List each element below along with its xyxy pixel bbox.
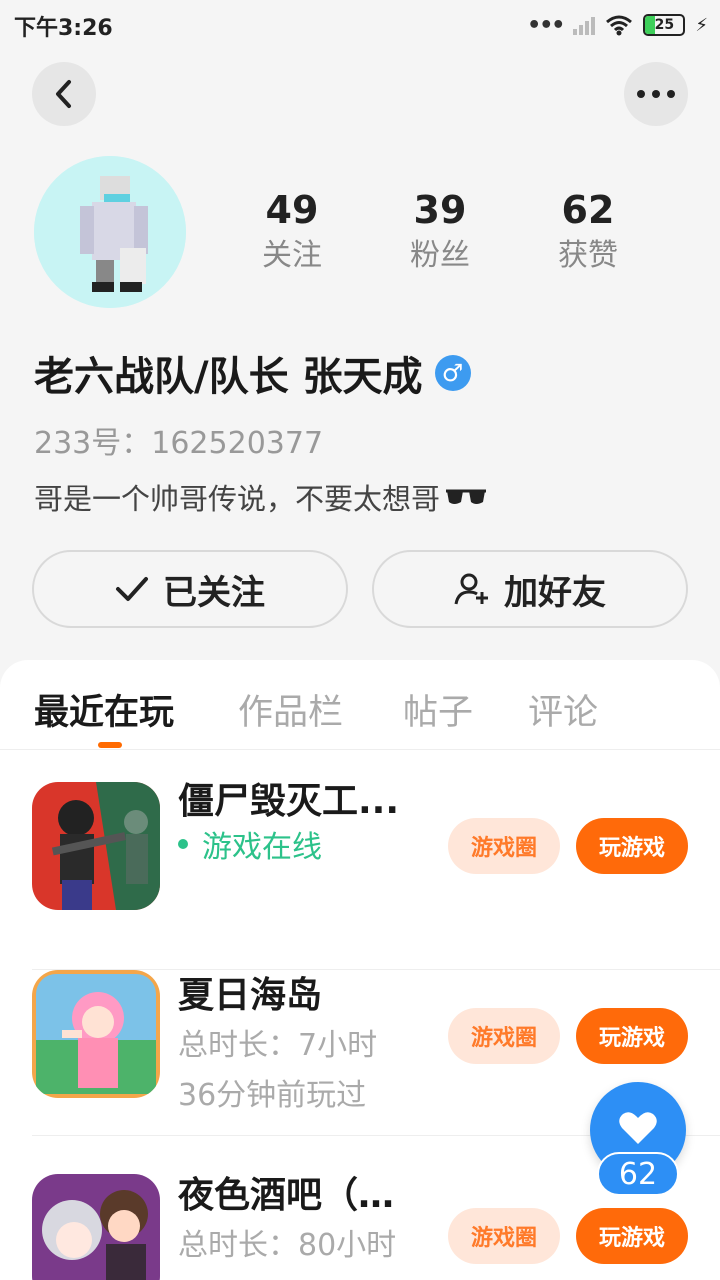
add-friend-button[interactable]: 加好友 (372, 550, 688, 628)
stat-likes-value: 62 (561, 188, 615, 232)
tab-comments[interactable]: 评论 (528, 684, 598, 735)
game-icon (32, 1174, 160, 1280)
play-game-button[interactable]: 玩游戏 (576, 1208, 688, 1264)
game-last-played: 36分钟前玩过 (178, 1078, 367, 1113)
stat-following-label: 关注 (262, 238, 322, 273)
wifi-icon (606, 15, 633, 36)
avatar-character-image (34, 156, 186, 308)
user-id: 233号：162520377 (34, 426, 324, 461)
like-count: 62 (597, 1152, 679, 1196)
stat-likes[interactable]: 62 获赞 (528, 186, 648, 278)
status-bar: 下午3:26 ••• 25 ⚡ (0, 0, 720, 50)
status-icons: ••• 25 ⚡ (527, 10, 708, 40)
play-game-button[interactable]: 玩游戏 (576, 1008, 688, 1064)
tab-bar: 最近在玩 作品栏 帖子 评论 (0, 660, 720, 750)
game-name: 夜色酒吧（测... (178, 1175, 428, 1216)
male-gender-icon: ♂ (434, 355, 471, 391)
back-button[interactable] (32, 62, 96, 126)
stat-fans[interactable]: 39 粉丝 (380, 186, 500, 278)
game-row[interactable]: 僵尸毁灭工... 游戏在线 游戏圈 玩游戏 (32, 752, 720, 970)
tab-works[interactable]: 作品栏 (238, 684, 343, 735)
username: 老六战队/队长 张天成 (34, 354, 423, 400)
battery-level: 25 (654, 17, 675, 33)
online-dot-icon (178, 839, 188, 849)
add-user-icon (454, 573, 488, 605)
game-name: 僵尸毁灭工... (178, 781, 400, 822)
more-horizontal-icon (637, 90, 675, 98)
game-circle-button[interactable]: 游戏圈 (448, 1008, 560, 1064)
avatar[interactable] (34, 156, 186, 308)
stat-fans-value: 39 (413, 188, 467, 232)
charging-icon: ⚡ (695, 14, 708, 36)
more-button[interactable] (624, 62, 688, 126)
stat-fans-label: 粉丝 (410, 238, 470, 273)
tab-posts[interactable]: 帖子 (403, 684, 473, 735)
battery-icon: 25 (643, 14, 686, 36)
game-name: 夏日海岛 (178, 975, 323, 1016)
play-game-button[interactable]: 玩游戏 (576, 818, 688, 874)
tab-recently-played[interactable]: 最近在玩 (34, 684, 174, 735)
stat-following[interactable]: 49 关注 (232, 186, 352, 278)
username-row: 老六战队/队长 张天成 ♂ (34, 344, 471, 402)
game-circle-button[interactable]: 游戏圈 (448, 1208, 560, 1264)
bio-text: 哥是一个帅哥传说，不要太想哥 (34, 482, 441, 516)
followed-button[interactable]: 已关注 (32, 550, 348, 628)
stat-following-value: 49 (265, 188, 319, 232)
game-icon (32, 970, 160, 1098)
add-friend-label: 加好友 (504, 572, 606, 613)
checkmark-icon (116, 577, 148, 601)
tab-indicator (98, 742, 122, 748)
chevron-left-icon (56, 80, 71, 108)
status-time: 下午3:26 (14, 16, 113, 41)
notification-dots-icon: ••• (527, 12, 565, 38)
followed-label: 已关注 (163, 572, 265, 613)
bio: 哥是一个帅哥传说，不要太想哥 (34, 476, 488, 518)
signal-icon (573, 15, 596, 35)
sunglasses-icon (446, 489, 487, 504)
stat-likes-label: 获赞 (558, 238, 618, 273)
game-online-label: 游戏在线 (202, 830, 322, 865)
game-total-time: 总时长：7小时 (178, 1028, 378, 1063)
game-total-time: 总时长：80小时 (178, 1228, 397, 1263)
game-online-status: 游戏在线 (178, 822, 322, 866)
game-circle-button[interactable]: 游戏圈 (448, 818, 560, 874)
heart-icon (619, 1112, 657, 1144)
game-icon (32, 782, 160, 910)
